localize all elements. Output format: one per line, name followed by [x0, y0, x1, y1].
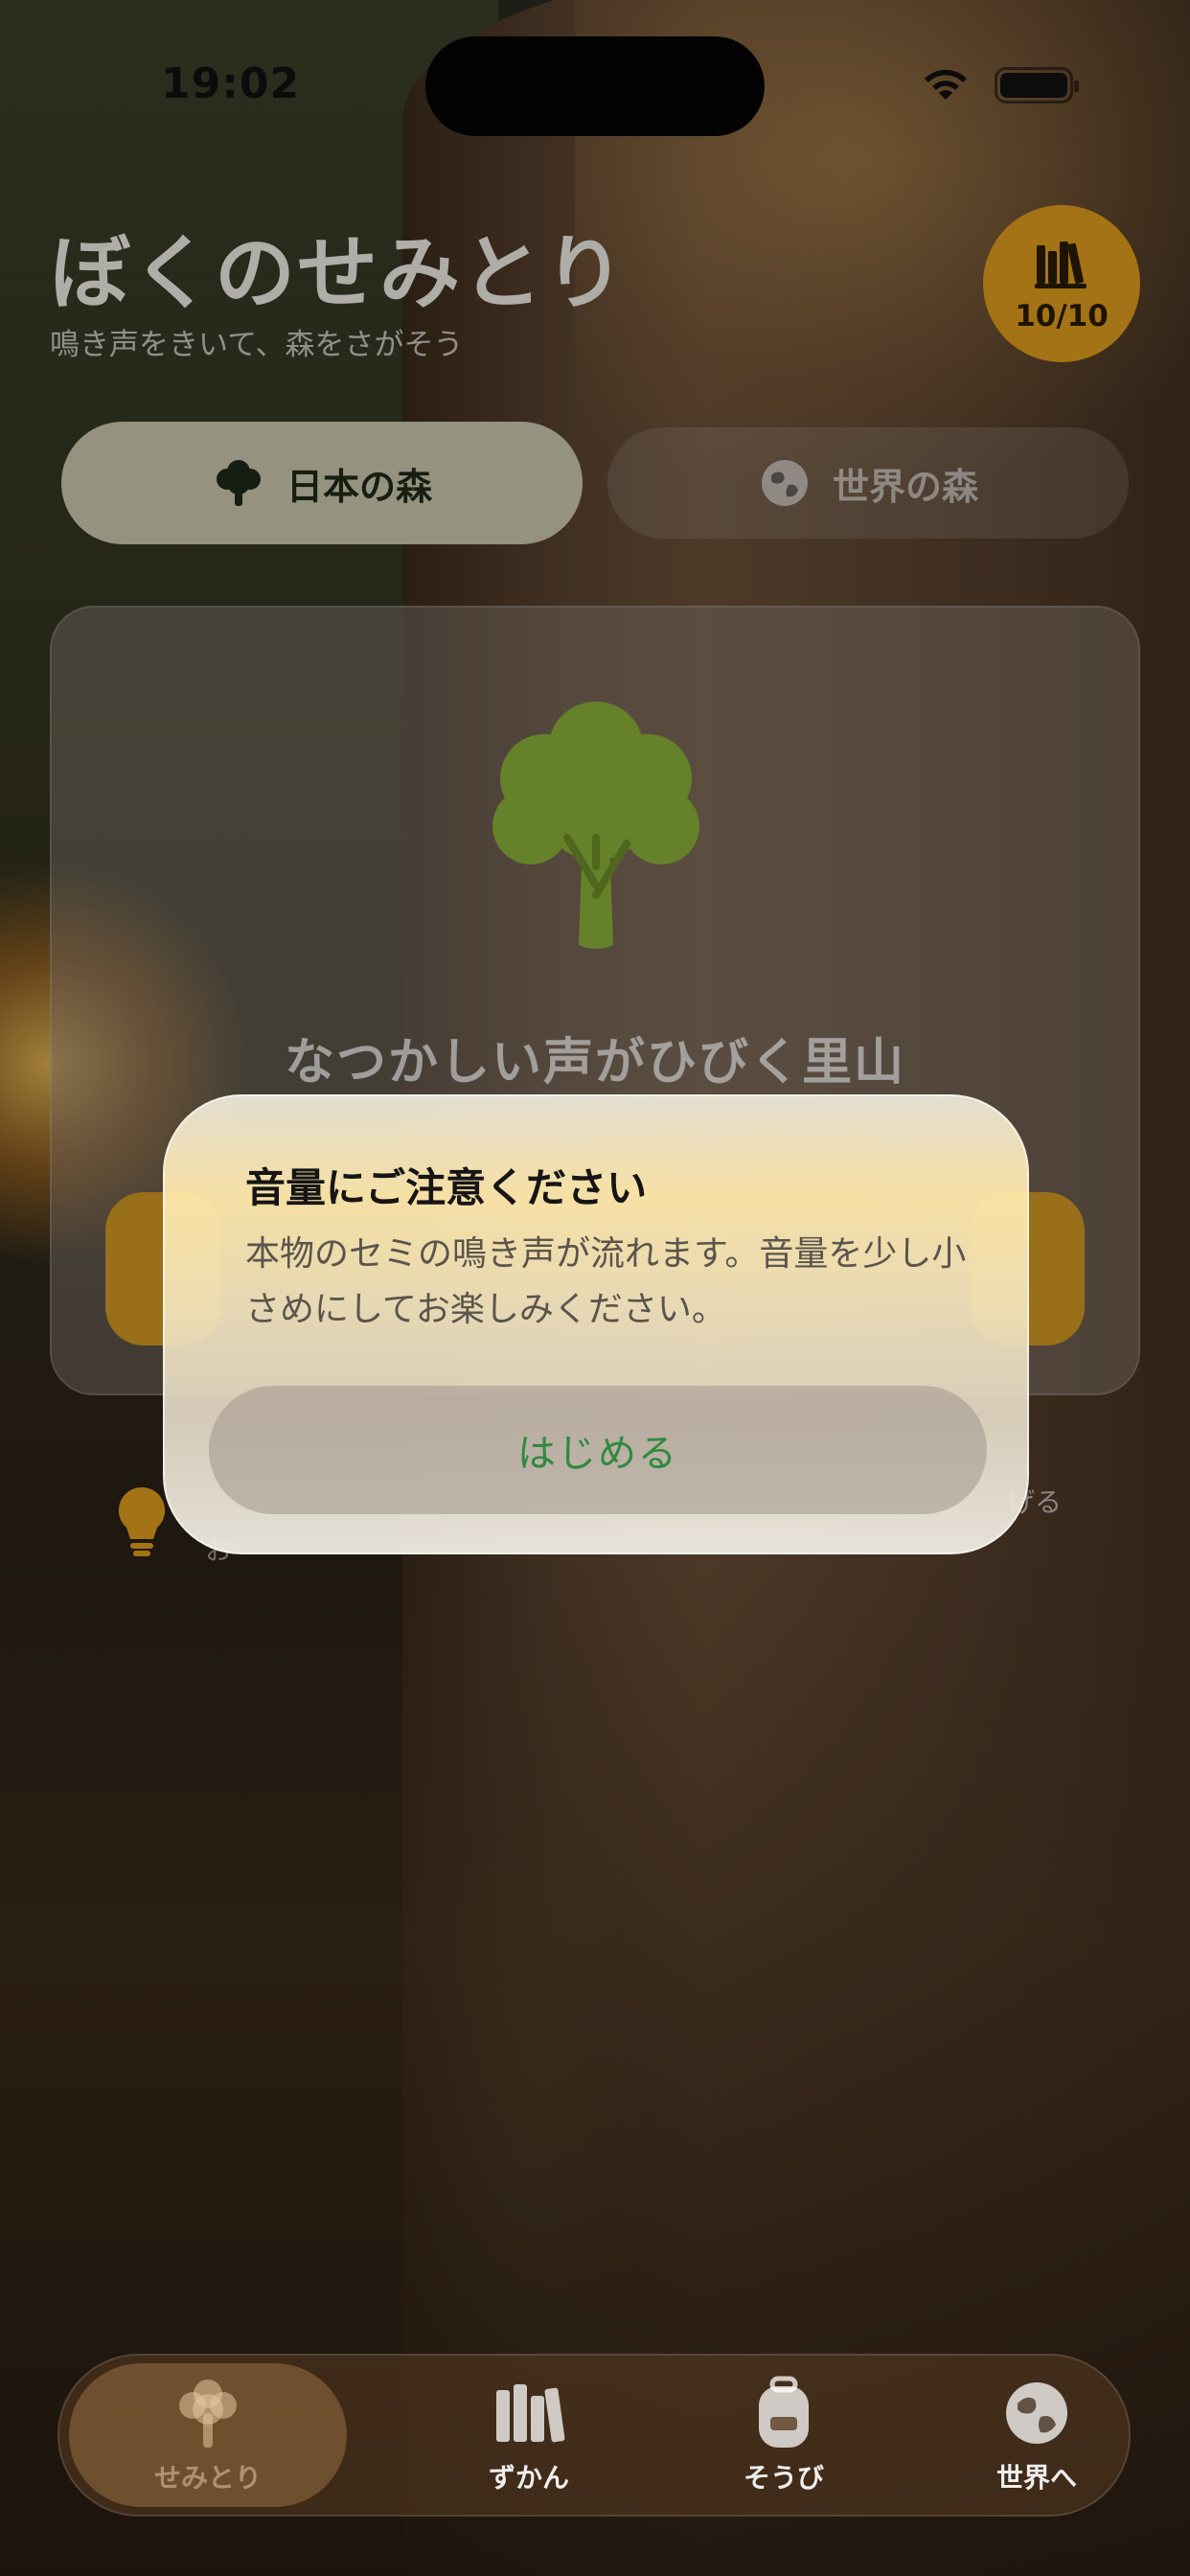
- backpack-icon: [759, 2376, 809, 2448]
- tab-zukan[interactable]: ずかん: [395, 2356, 663, 2515]
- tab-semitori-label: せみとり: [153, 2462, 262, 2494]
- dialog-message: 本物のセミの鳴き声が流れます。音量を少し小さめにしてお楽しみください。: [245, 1234, 967, 1329]
- start-button[interactable]: はじめる: [209, 1386, 987, 1514]
- bottom-tab-bar: せみとり ずかん そうび 世界へ: [57, 2354, 1131, 2517]
- tab-soubi[interactable]: そうび: [650, 2356, 918, 2515]
- tree-icon: [179, 2380, 237, 2448]
- globe-icon: [1006, 2382, 1067, 2444]
- books-icon: [496, 2384, 565, 2443]
- tab-sekai[interactable]: 世界へ: [903, 2356, 1171, 2515]
- volume-warning-dialog: 音量にご注意ください 本物のセミの鳴き声が流れます。音量を少し小さめにしてお楽し…: [163, 1094, 1029, 1554]
- tab-soubi-label: そうび: [743, 2462, 824, 2494]
- tab-semitori[interactable]: せみとり: [69, 2363, 347, 2507]
- tab-sekai-label: 世界へ: [995, 2462, 1077, 2494]
- dialog-title: 音量にご注意ください: [245, 1164, 648, 1211]
- tab-zukan-label: ずかん: [488, 2462, 569, 2494]
